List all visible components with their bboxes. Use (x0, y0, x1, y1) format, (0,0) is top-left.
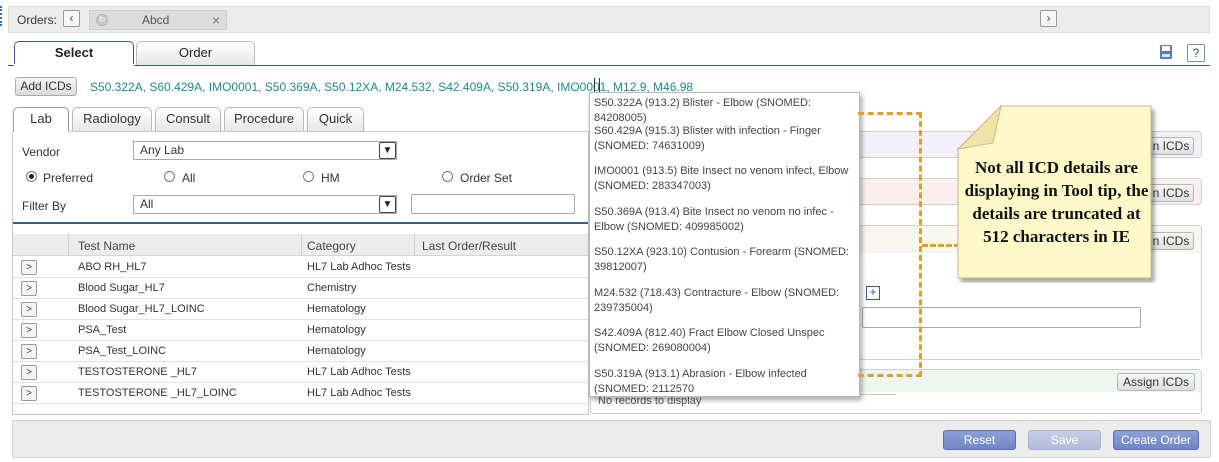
filter-value: All (140, 197, 154, 211)
callout-dashed-bracket (858, 112, 922, 377)
cell-category: Hematology (307, 324, 366, 336)
tooltip-entry: S50.319A (913.1) Abrasion - Elbow infect… (594, 368, 807, 395)
column-test-name[interactable]: Test Name (78, 239, 135, 253)
tab-select[interactable]: Select (14, 41, 134, 66)
grid-header: Test Name Category Last Order/Result (13, 234, 588, 256)
vendor-label: Vendor (22, 145, 61, 159)
chevron-down-icon[interactable]: ▼ (379, 196, 396, 213)
radio-preferred[interactable] (26, 171, 37, 182)
cell-test-name: PSA_Test (78, 324, 127, 336)
footer-bar: Reset Save Create Order (12, 420, 1211, 458)
tooltip-entry: S42.409A (812.40) Fract Elbow Closed Uns… (594, 327, 825, 354)
subtab-consult[interactable]: Consult (155, 107, 221, 131)
cell-category: Hematology (307, 303, 366, 315)
subtab-quick[interactable]: Quick (307, 107, 364, 131)
help-icon: ? (1192, 46, 1200, 60)
table-row[interactable]: > ABO RH_HL7 HL7 Lab Adhoc Tests (13, 257, 588, 278)
active-tab-gap (14, 64, 134, 67)
orders-label: Orders: (17, 13, 58, 27)
table-row[interactable]: > PSA_Test_LOINC Hematology (13, 341, 588, 362)
icd-tooltip: S50.322A (913.2) Blister - Elbow (SNOMED… (589, 92, 860, 397)
note-text: Not all ICD details are displaying in To… (964, 158, 1149, 246)
order-tab-pill[interactable]: ↻ Abcd × (89, 10, 227, 30)
tooltip-entry: IMO0001 (913.5) Bite Insect no venom inf… (594, 165, 849, 192)
help-button[interactable]: ? (1187, 44, 1205, 62)
cell-test-name: Blood Sugar_HL7 (78, 282, 165, 294)
vendor-value: Any Lab (140, 143, 185, 157)
table-row[interactable]: > TESTOSTERONE _HL7_LOINC HL7 Lab Adhoc Te… (13, 383, 588, 404)
main-tab-divider (8, 65, 1210, 66)
cell-test-name: ABO RH_HL7 (78, 261, 147, 273)
tooltip-entry: S50.12XA (923.10) Contusion - Forearm (S… (594, 246, 849, 273)
row-expand-button[interactable]: > (21, 386, 37, 401)
column-last-order[interactable]: Last Order/Result (422, 239, 516, 253)
filter-select[interactable]: All ▼ (133, 195, 397, 214)
orders-prev-button[interactable]: ‹ (63, 10, 80, 27)
grid-top-divider (13, 222, 588, 224)
pending-circle-icon: ↻ (96, 14, 108, 26)
filter-text-input[interactable] (411, 194, 575, 214)
table-row[interactable]: > PSA_Test Hematology (13, 320, 588, 341)
subtab-procedure[interactable]: Procedure (224, 107, 304, 131)
column-category[interactable]: Category (307, 239, 356, 253)
row-expand-button[interactable]: > (21, 281, 37, 296)
chevron-left-icon: ‹ (69, 11, 74, 25)
subtab-lab[interactable]: Lab (13, 107, 69, 132)
tooltip-entry: M24.532 (718.43) Contracture - Elbow (SN… (594, 287, 840, 314)
row-expand-button[interactable]: > (21, 260, 37, 275)
cell-test-name: PSA_Test_LOINC (78, 345, 167, 357)
cell-test-name: Blood Sugar_HL7_LOINC (78, 303, 205, 315)
cell-category: HL7 Lab Adhoc Tests (307, 261, 411, 273)
row-expand-button[interactable]: > (21, 365, 37, 380)
create-order-button[interactable]: Create Order (1113, 430, 1199, 450)
radio-all-label: All (182, 171, 196, 185)
orders-next-button[interactable]: › (1040, 10, 1057, 27)
tab-order[interactable]: Order (136, 41, 255, 65)
chevron-right-icon: › (1046, 11, 1051, 25)
print-icon (1160, 45, 1172, 59)
vendor-select[interactable]: Any Lab ▼ (133, 141, 397, 160)
radio-all[interactable] (164, 171, 175, 182)
save-button[interactable]: Save (1028, 430, 1101, 450)
assign-icds-button-4[interactable]: Assign ICDs (1117, 373, 1195, 391)
order-tab-name: Abcd (142, 13, 170, 27)
filter-by-label: Filter By (22, 199, 67, 213)
table-row[interactable]: > Blood Sugar_HL7_LOINC Hematology (13, 299, 588, 320)
tooltip-entry: S50.322A (913.2) Blister - Elbow (SNOMED… (594, 97, 812, 124)
row-expand-button[interactable]: > (21, 344, 37, 359)
orders-bar: Orders: ‹ ↻ Abcd × › (8, 6, 1210, 33)
cell-category: Chemistry (307, 282, 357, 294)
radio-preferred-label: Preferred (43, 171, 94, 185)
print-button[interactable] (1157, 44, 1175, 62)
left-edge-marker (0, 6, 3, 26)
cell-test-name: TESTOSTERONE _HL7 (78, 366, 197, 378)
text-cursor-icon (594, 78, 600, 92)
add-icds-button[interactable]: Add ICDs (15, 77, 77, 96)
cell-category: HL7 Lab Adhoc Tests (307, 387, 411, 399)
subtab-radiology[interactable]: Radiology (72, 107, 152, 131)
chevron-down-icon[interactable]: ▼ (379, 142, 396, 159)
reset-button[interactable]: Reset (943, 430, 1016, 450)
cell-category: HL7 Lab Adhoc Tests (307, 366, 411, 378)
radio-order-set[interactable] (442, 171, 453, 182)
table-row[interactable]: > TESTOSTERONE _HL7 HL7 Lab Adhoc Tests (13, 362, 588, 383)
tooltip-entry: S50.369A (913.4) Bite Insect no venom no… (594, 206, 834, 233)
cell-category: Hematology (307, 345, 366, 357)
lab-tab-gap (14, 130, 68, 132)
row-expand-button[interactable]: > (21, 323, 37, 338)
tooltip-entry: S60.429A (915.3) Blister with infection … (594, 125, 821, 152)
cell-test-name: TESTOSTERONE _HL7_LOINC (78, 387, 237, 399)
radio-order-set-label: Order Set (460, 171, 513, 185)
radio-hm[interactable] (303, 171, 314, 182)
radio-hm-label: HM (321, 171, 340, 185)
row-expand-button[interactable]: > (21, 302, 37, 317)
table-row[interactable]: > Blood Sugar_HL7 Chemistry (13, 278, 588, 299)
close-icon[interactable]: × (212, 12, 220, 28)
